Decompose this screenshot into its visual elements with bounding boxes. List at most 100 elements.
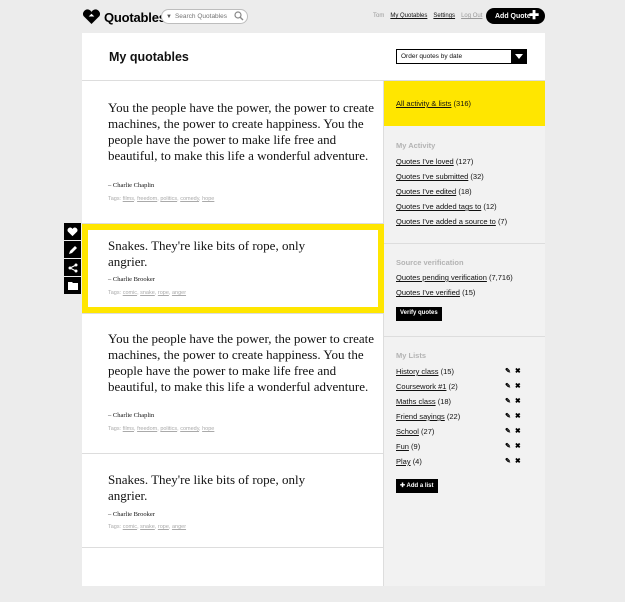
- verification-link[interactable]: Quotes pending verification: [396, 273, 487, 282]
- username: Tom: [373, 13, 385, 19]
- section-heading: My Lists: [396, 351, 427, 360]
- tag-link[interactable]: films: [123, 196, 134, 202]
- quote-tags: Tags: comic, snake, rope, anger: [108, 290, 187, 296]
- delete-icon[interactable]: ✖: [515, 428, 521, 436]
- list-item: Coursework #1 (2): [396, 382, 458, 391]
- activity-link[interactable]: Quotes I've edited: [396, 187, 456, 196]
- all-activity-link[interactable]: All activity & lists: [396, 99, 451, 108]
- tag-link[interactable]: comic: [123, 524, 137, 530]
- add-quote-button[interactable]: Add Quote ✚: [486, 8, 545, 24]
- pencil-icon[interactable]: ✎: [505, 368, 511, 376]
- pencil-icon[interactable]: [64, 241, 81, 258]
- add-list-button[interactable]: ✚ Add a list: [396, 479, 438, 493]
- search-input[interactable]: [174, 13, 233, 20]
- share-icon[interactable]: [64, 259, 81, 276]
- list-link[interactable]: School: [396, 427, 419, 436]
- tag-link[interactable]: comic: [123, 290, 137, 296]
- verification-count: (7,716): [488, 273, 513, 282]
- activity-count: (7): [497, 217, 508, 226]
- quote-card-selected[interactable]: Snakes. They're like bits of rope, only …: [82, 224, 384, 314]
- tag-link[interactable]: freedom: [137, 426, 157, 432]
- order-select-value: Order quotes by date: [401, 53, 463, 60]
- heart-icon[interactable]: [64, 223, 81, 240]
- tag-link[interactable]: freedom: [137, 196, 157, 202]
- quote-author[interactable]: – Charlie Chaplin: [108, 182, 154, 189]
- tag-link[interactable]: snake: [140, 290, 155, 296]
- section-heading: My Activity: [396, 141, 436, 150]
- list-count: (2): [448, 382, 458, 391]
- tag-link[interactable]: comedy: [180, 426, 199, 432]
- tag-link[interactable]: anger: [172, 290, 186, 296]
- my-quotables-link[interactable]: My Quotables: [390, 13, 427, 19]
- delete-icon[interactable]: ✖: [515, 383, 521, 391]
- pencil-icon[interactable]: ✎: [505, 383, 511, 391]
- delete-icon[interactable]: ✖: [515, 368, 521, 376]
- logo-text: Quotables: [104, 9, 166, 25]
- tag-link[interactable]: hope: [202, 426, 214, 432]
- my-lists-section: My Lists History class (15) ✎ ✖ Coursewor…: [384, 337, 545, 586]
- tag-link[interactable]: rope: [158, 524, 169, 530]
- list-link[interactable]: History class: [396, 367, 439, 376]
- quote-author[interactable]: – Charlie Chaplin: [108, 412, 154, 419]
- activity-count: (127): [455, 157, 474, 166]
- tag-link[interactable]: politics: [160, 426, 177, 432]
- list-link[interactable]: Coursework #1: [396, 382, 446, 391]
- tag-link[interactable]: snake: [140, 524, 155, 530]
- tag-link[interactable]: politics: [160, 196, 177, 202]
- tags-label: Tags:: [108, 524, 122, 530]
- list-link[interactable]: Fun: [396, 442, 409, 451]
- dropdown-arrow-icon[interactable]: [511, 49, 527, 64]
- list-item: School (27): [396, 427, 434, 436]
- search-scope-caret-icon[interactable]: ▼: [166, 14, 172, 20]
- folder-icon[interactable]: [64, 277, 81, 294]
- settings-link[interactable]: Settings: [433, 13, 455, 19]
- quote-card[interactable]: Snakes. They're like bits of rope, only …: [82, 454, 384, 548]
- delete-icon[interactable]: ✖: [515, 458, 521, 466]
- tag-link[interactable]: comedy: [180, 196, 199, 202]
- logo[interactable]: Quotables: [82, 9, 166, 25]
- pencil-icon[interactable]: ✎: [505, 443, 511, 451]
- list-actions: ✎ ✖: [505, 368, 521, 376]
- tag-link[interactable]: films: [123, 426, 134, 432]
- list-actions: ✎ ✖: [505, 443, 521, 451]
- quote-card[interactable]: You the people have the power, the power…: [82, 314, 384, 454]
- activity-link[interactable]: Quotes I've added a source to: [396, 217, 496, 226]
- plus-icon: ✚: [528, 8, 539, 22]
- pencil-icon[interactable]: ✎: [505, 428, 511, 436]
- list-link[interactable]: Play: [396, 457, 411, 466]
- delete-icon[interactable]: ✖: [515, 413, 521, 421]
- activity-link[interactable]: Quotes I've added tags to: [396, 202, 481, 211]
- search-icon[interactable]: [234, 11, 244, 21]
- quote-card[interactable]: You the people have the power, the power…: [82, 81, 384, 224]
- list-count: (18): [437, 397, 452, 406]
- all-activity-panel: All activity & lists (316): [384, 81, 545, 126]
- verification-link[interactable]: Quotes I've verified: [396, 288, 460, 297]
- logout-link[interactable]: Log Out: [461, 13, 482, 19]
- pencil-icon[interactable]: ✎: [505, 458, 511, 466]
- order-select[interactable]: Order quotes by date: [396, 49, 527, 64]
- delete-icon[interactable]: ✖: [515, 443, 521, 451]
- pencil-icon[interactable]: ✎: [505, 398, 511, 406]
- pencil-icon[interactable]: ✎: [505, 413, 511, 421]
- activity-link[interactable]: Quotes I've loved: [396, 157, 454, 166]
- search-box[interactable]: ▼: [161, 9, 248, 24]
- delete-icon[interactable]: ✖: [515, 398, 521, 406]
- quote-author[interactable]: – Charlie Brooker: [108, 511, 155, 518]
- activity-count: (12): [483, 202, 497, 211]
- my-activity-section: My Activity Quotes I've loved (127) Quot…: [384, 126, 545, 244]
- verify-quotes-button[interactable]: Verify quotes: [396, 307, 442, 321]
- heart-logo-icon: [82, 9, 101, 25]
- tag-link[interactable]: hope: [202, 196, 214, 202]
- panel-header: My quotables Order quotes by date: [82, 33, 545, 81]
- quote-text: Snakes. They're like bits of rope, only …: [108, 238, 306, 269]
- activity-count: (18): [458, 187, 472, 196]
- section-heading: Source verification: [396, 258, 464, 267]
- add-list-label: Add a list: [406, 483, 434, 489]
- tag-link[interactable]: anger: [172, 524, 186, 530]
- list-link[interactable]: Maths class: [396, 397, 436, 406]
- activity-link[interactable]: Quotes I've submitted: [396, 172, 468, 181]
- list-item: Play (4): [396, 457, 422, 466]
- list-link[interactable]: Friend sayings: [396, 412, 445, 421]
- tag-link[interactable]: rope: [158, 290, 169, 296]
- quote-author[interactable]: – Charlie Brooker: [108, 276, 155, 283]
